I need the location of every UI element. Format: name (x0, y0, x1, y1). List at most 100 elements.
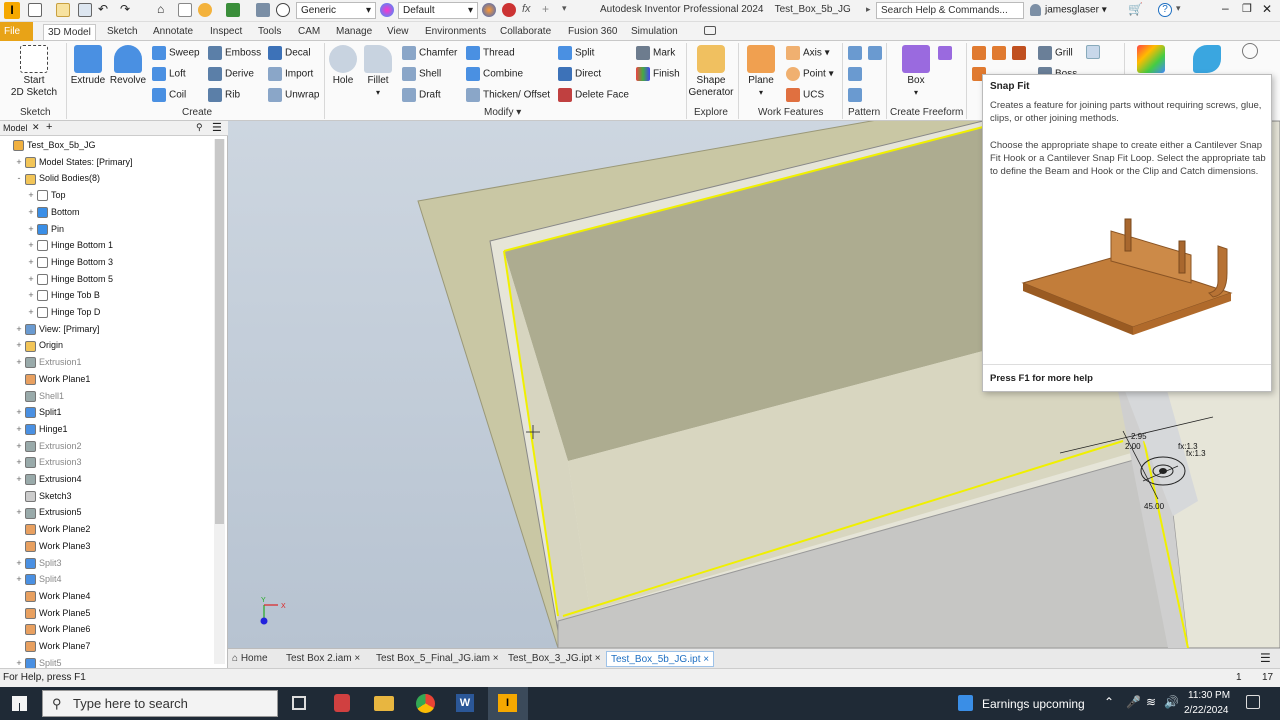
panel-settings-icon[interactable] (1242, 43, 1258, 59)
shape-generator-button[interactable]: Shape Generator (688, 45, 734, 99)
decal-button[interactable]: Decal (268, 46, 311, 60)
close-icon[interactable]: × (595, 653, 601, 664)
color-wheel-icon[interactable] (380, 3, 394, 17)
minimize-icon[interactable]: – (1222, 2, 1236, 17)
tree-item[interactable]: + Hinge Bottom 1 (27, 237, 113, 253)
volume-icon[interactable]: 🔊 (1164, 695, 1179, 709)
windows-start-icon[interactable] (12, 696, 27, 711)
measure-icon[interactable] (256, 3, 270, 17)
expand-toggle-icon[interactable]: + (27, 221, 35, 237)
tree-item[interactable]: Work Plane3 (15, 538, 90, 554)
expand-toggle-icon[interactable]: - (15, 170, 23, 186)
emboss-button[interactable]: Emboss (208, 46, 261, 60)
expand-toggle-icon[interactable]: + (27, 254, 35, 270)
doc-tab-active[interactable]: Test_Box_5b_JG.ipt × (606, 651, 715, 667)
dimension-text[interactable]: 2.00 (1125, 442, 1141, 451)
draft-button[interactable]: Draft (402, 88, 441, 102)
tree-item[interactable]: + Top (27, 187, 66, 203)
tab-3d-model[interactable]: 3D Model (43, 24, 96, 40)
notifications-icon[interactable] (1246, 695, 1260, 709)
fusion-button[interactable] (1192, 45, 1222, 75)
clock-date[interactable]: 2/22/2024 (1184, 705, 1229, 716)
ribbon-options-icon[interactable] (704, 26, 716, 35)
doc-tab[interactable]: Test Box 2.iam × (286, 651, 360, 667)
tree-item[interactable]: Work Plane4 (15, 588, 90, 604)
tree-item[interactable]: + Model States: [Primary] (15, 154, 133, 170)
chrome-icon[interactable] (416, 694, 435, 713)
delete-face-button[interactable]: Delete Face (558, 88, 629, 102)
expand-toggle-icon[interactable]: + (15, 421, 23, 437)
import-button[interactable]: Import (268, 67, 313, 81)
tree-item[interactable]: - Solid Bodies(8) (15, 170, 100, 186)
split-button[interactable]: Split (558, 46, 594, 60)
project-icon[interactable] (226, 3, 240, 17)
expand-toggle-icon[interactable]: + (15, 471, 23, 487)
tab-cam[interactable]: CAM (294, 24, 324, 40)
ucs-button[interactable]: UCS (786, 88, 824, 102)
tab-fusion-360[interactable]: Fusion 360 (564, 24, 621, 40)
news-icon[interactable] (958, 695, 973, 711)
thicken-offset-button[interactable]: Thicken/ Offset (466, 88, 550, 102)
expand-toggle-icon[interactable]: + (15, 404, 23, 420)
expand-toggle-icon[interactable]: + (27, 304, 35, 320)
tree-item[interactable]: Work Plane7 (15, 638, 90, 654)
mirror-icon[interactable] (868, 46, 882, 60)
loft-button[interactable]: Loft (152, 67, 186, 81)
chevron-up-icon[interactable]: ⌃ (1104, 695, 1114, 709)
tab-sketch[interactable]: Sketch (103, 24, 142, 40)
expand-toggle-icon[interactable]: + (15, 354, 23, 370)
tab-menu-icon[interactable]: ☰ (1260, 651, 1271, 665)
clear-appearance-icon[interactable] (502, 3, 516, 17)
start-2d-sketch-button[interactable]: Start 2D Sketch (8, 45, 60, 99)
word-icon[interactable]: W (456, 694, 474, 712)
close-icon[interactable]: × (703, 654, 709, 665)
user-account[interactable]: jamesglaser ▾ (1030, 4, 1107, 16)
tree-item[interactable]: + Extrusion4 (15, 471, 82, 487)
media-app-icon[interactable] (334, 694, 350, 712)
help-icon[interactable]: ? (1158, 3, 1172, 17)
expand-toggle-icon[interactable]: + (15, 504, 23, 520)
thread-button[interactable]: Thread (466, 46, 515, 60)
tree-item[interactable]: + Extrusion1 (15, 354, 82, 370)
chevron-right-icon[interactable]: ▸ (866, 4, 871, 15)
expand-toggle-icon[interactable]: + (27, 187, 35, 203)
rib-button[interactable]: Rib (208, 88, 240, 102)
tab-environments[interactable]: Environments (421, 24, 490, 40)
tree-item[interactable]: Work Plane1 (15, 371, 90, 387)
tree-item[interactable]: + Hinge Top D (27, 304, 100, 320)
expand-toggle-icon[interactable]: + (15, 438, 23, 454)
search-icon[interactable]: ⚲ (196, 122, 203, 133)
appearance-dropdown[interactable]: Generic ▾ (296, 2, 376, 19)
snap-fit-icon[interactable] (1086, 45, 1100, 59)
expand-toggle-icon[interactable]: + (27, 204, 35, 220)
combine-button[interactable]: Combine (466, 67, 523, 81)
direct-button[interactable]: Direct (558, 67, 601, 81)
point-button[interactable]: Point ▾ (786, 67, 834, 81)
dimension-text[interactable]: 2.95 (1131, 432, 1147, 441)
expand-toggle-icon[interactable]: + (27, 237, 35, 253)
browser-scrollbar[interactable] (214, 139, 225, 664)
tree-item[interactable]: + Hinge1 (15, 421, 68, 437)
dimension-text[interactable]: fx:1.3 (1186, 449, 1206, 458)
sweep-button[interactable]: Sweep (152, 46, 200, 60)
doc-tab[interactable]: Test_Box_3_JG.ipt × (508, 651, 601, 667)
search-commands-input[interactable]: Search Help & Commands... (876, 2, 1024, 19)
shell-button[interactable]: Shell (402, 67, 441, 81)
tab-file[interactable]: File (0, 22, 33, 41)
close-icon[interactable]: × (493, 653, 499, 664)
tree-item[interactable]: + Extrusion3 (15, 454, 82, 470)
tree-item[interactable]: Work Plane5 (15, 605, 90, 621)
circular-pattern-icon[interactable] (848, 67, 862, 81)
cart-icon[interactable]: 🛒 (1128, 3, 1143, 17)
news-text[interactable]: Earnings upcoming (982, 697, 1085, 711)
save-icon[interactable] (78, 3, 92, 17)
tree-item[interactable]: + Split4 (15, 571, 62, 587)
close-icon[interactable]: ✕ (32, 122, 40, 133)
tab-manage[interactable]: Manage (332, 24, 376, 40)
convert-button[interactable] (1136, 45, 1166, 75)
hole-button[interactable]: Hole (328, 45, 358, 87)
scrollbar-thumb[interactable] (215, 139, 224, 524)
extrude-button[interactable]: Extrude (70, 45, 106, 87)
add-browser-tab-button[interactable]: + (46, 121, 52, 133)
tab-collaborate[interactable]: Collaborate (496, 24, 555, 40)
